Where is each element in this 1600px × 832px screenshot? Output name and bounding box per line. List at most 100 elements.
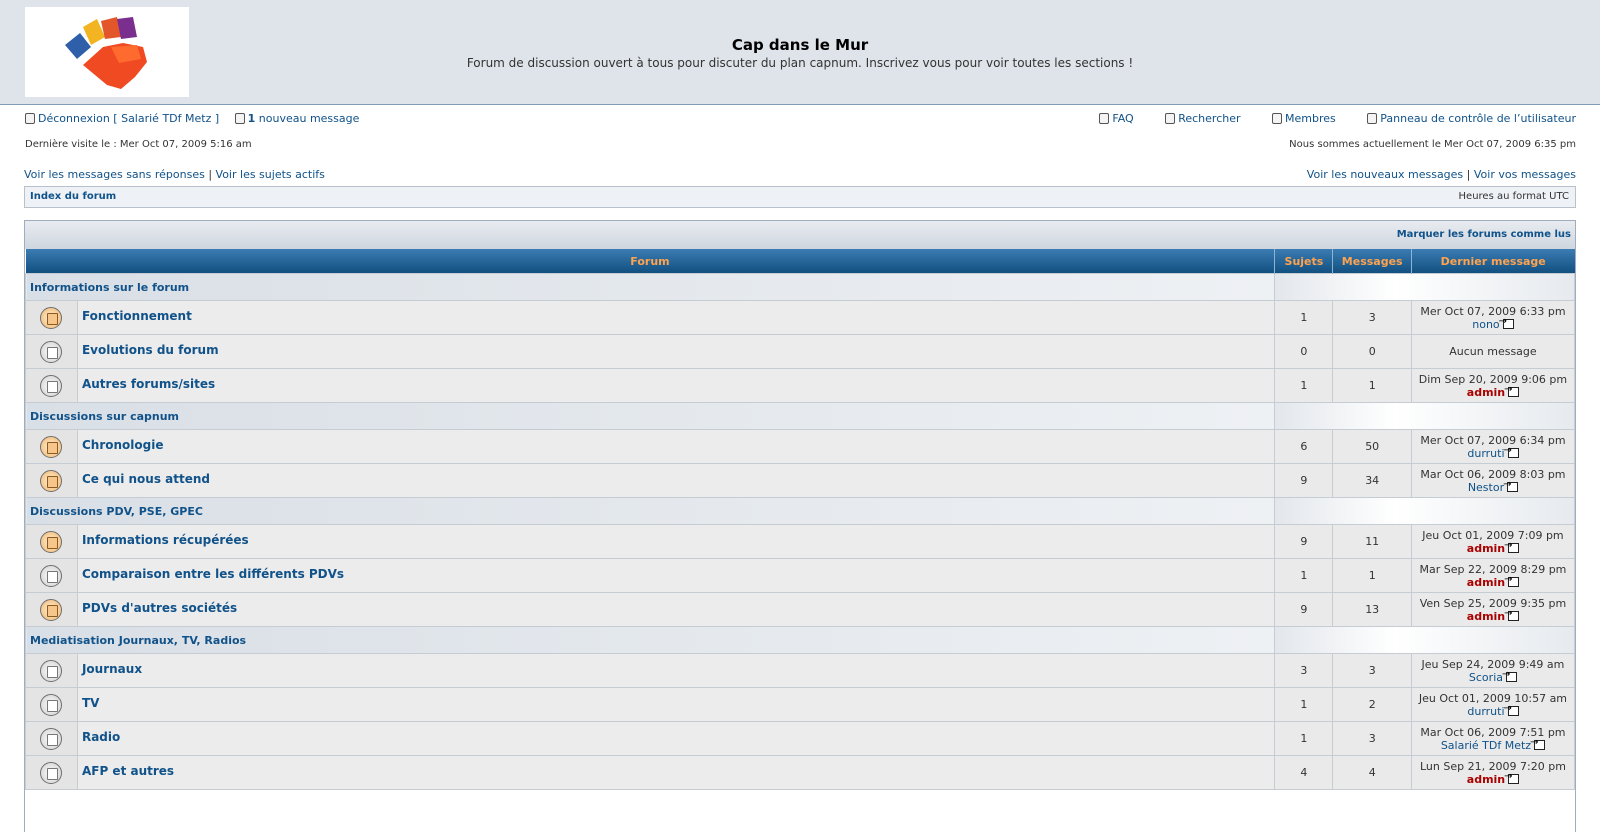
user-links-left: Déconnexion [ Salarié TDf Metz ] 1 nouve… — [25, 112, 359, 125]
forum-no-new-posts-icon — [40, 761, 63, 784]
forum-row: Informations récupérées 9 11 Jeu Oct 01, 20… — [25, 524, 1575, 559]
forum-no-new-posts-icon — [40, 374, 63, 397]
forum-link[interactable]: Ce qui nous attend — [82, 472, 1274, 486]
topics-count: 1 — [1274, 300, 1334, 335]
goto-last-post-icon[interactable] — [1504, 607, 1520, 621]
category-row: Informations sur le forum — [25, 273, 1575, 301]
goto-last-post-icon[interactable] — [1504, 539, 1520, 553]
forum-status-cell — [25, 755, 78, 790]
last-post-author[interactable]: admin — [1467, 610, 1505, 623]
forum-no-new-posts-icon — [40, 693, 63, 716]
your-posts-link[interactable]: Voir vos messages — [1474, 168, 1576, 181]
last-post-author[interactable]: durruti — [1467, 447, 1504, 460]
forum-new-posts-icon — [40, 598, 63, 621]
forum-index-link[interactable]: Index du forum — [30, 191, 116, 202]
search-links-right: Voir les nouveaux messages | Voir vos me… — [1307, 168, 1576, 181]
last-post-author[interactable]: admin — [1467, 576, 1505, 589]
category-name[interactable]: Informations sur le forum — [25, 273, 1276, 301]
forum-name-cell: Evolutions du forum — [76, 334, 1276, 369]
forum-name-cell: Radio — [76, 721, 1276, 756]
last-post-cell: Mar Sep 22, 2009 8:29 pm admin — [1410, 558, 1575, 593]
forum-link[interactable]: Radio — [82, 730, 1274, 744]
last-post-date: Mar Sep 22, 2009 8:29 pm — [1419, 562, 1567, 576]
posts-count: 11 — [1332, 524, 1412, 559]
logout-link[interactable]: Déconnexion [ Salarié TDf Metz ] — [38, 112, 219, 125]
last-post-cell: Ven Sep 25, 2009 9:35 pm admin — [1410, 592, 1575, 627]
goto-last-post-icon[interactable] — [1504, 573, 1520, 587]
forum-name-cell: Autres forums/sites — [76, 368, 1276, 403]
forum-link[interactable]: Chronologie — [82, 438, 1274, 452]
last-post-cell: Jeu Oct 01, 2009 7:09 pm admin — [1410, 524, 1575, 559]
column-forum: Forum — [25, 249, 1275, 274]
search-link[interactable]: Rechercher — [1178, 112, 1240, 125]
user-links-right: FAQ Rechercher Membres Panneau de contrô… — [1071, 112, 1576, 125]
forum-row: AFP et autres 4 4 Lun Sep 21, 2009 7:20 pm a… — [25, 755, 1575, 790]
mark-forums-read-link[interactable]: Marquer les forums comme lus — [1397, 229, 1571, 240]
new-posts-link[interactable]: Voir les nouveaux messages — [1307, 168, 1463, 181]
site-description: Forum de discussion ouvert à tous pour d… — [466, 56, 1134, 70]
last-post-date: Jeu Sep 24, 2009 9:49 am — [1421, 657, 1565, 671]
forum-new-posts-icon — [40, 530, 63, 553]
goto-last-post-icon[interactable] — [1504, 702, 1519, 716]
goto-last-post-icon[interactable] — [1504, 444, 1519, 458]
category-filler — [1274, 273, 1575, 301]
forum-link[interactable]: Comparaison entre les différents PDVs — [82, 567, 1274, 581]
category-name[interactable]: Discussions PDV, PSE, GPEC — [25, 497, 1276, 525]
forum-link[interactable]: Fonctionnement — [82, 309, 1274, 323]
last-post-author[interactable]: Salarié TDf Metz — [1441, 739, 1531, 752]
forum-status-cell — [25, 558, 78, 593]
forum-name-cell: Fonctionnement — [76, 300, 1276, 335]
last-post-author-line: Nestor — [1412, 478, 1574, 494]
last-post-cell: Dim Sep 20, 2009 9:06 pm admin — [1410, 368, 1575, 403]
last-post-date: Aucun message — [1449, 345, 1537, 358]
last-post-author[interactable]: nono — [1472, 318, 1499, 331]
forum-row: Comparaison entre les différents PDVs 1 1 M… — [25, 558, 1575, 593]
forum-row: Ce qui nous attend 9 34 Mar Oct 06, 2009 8:… — [25, 463, 1575, 498]
column-topics: Sujets — [1274, 249, 1333, 274]
goto-last-post-icon[interactable] — [1499, 315, 1514, 329]
category-name[interactable]: Mediatisation Journaux, TV, Radios — [25, 626, 1276, 654]
forum-link[interactable]: Journaux — [82, 662, 1274, 676]
goto-last-post-icon[interactable] — [1502, 668, 1517, 682]
goto-last-post-icon[interactable] — [1504, 383, 1520, 397]
faq-link[interactable]: FAQ — [1112, 112, 1133, 125]
category-filler — [1274, 402, 1575, 430]
goto-last-post-icon[interactable] — [1504, 770, 1520, 784]
topics-count: 0 — [1274, 334, 1334, 369]
new-messages-link[interactable]: 1 nouveau message — [248, 112, 360, 125]
members-icon — [1272, 113, 1282, 124]
posts-count: 1 — [1332, 558, 1412, 593]
forum-row: PDVs d'autres sociétés 9 13 Ven Sep 25, 200… — [25, 592, 1575, 627]
last-post-author[interactable]: Scoria — [1469, 671, 1503, 684]
last-post-author[interactable]: admin — [1467, 542, 1505, 555]
last-post-author[interactable]: admin — [1467, 773, 1505, 786]
topics-count: 9 — [1274, 524, 1334, 559]
column-last-post: Dernier message — [1410, 249, 1575, 274]
last-post-author[interactable]: Nestor — [1468, 481, 1504, 494]
mark-read-bar: Marquer les forums comme lus — [25, 221, 1575, 249]
goto-last-post-icon[interactable] — [1530, 736, 1546, 750]
forum-link[interactable]: Autres forums/sites — [82, 377, 1274, 391]
last-post-author[interactable]: admin — [1467, 386, 1505, 399]
last-post-cell: Aucun message — [1410, 334, 1575, 369]
ucp-link[interactable]: Panneau de contrôle de l’utilisateur — [1380, 112, 1576, 125]
goto-last-post-icon[interactable] — [1503, 478, 1519, 492]
forum-no-new-posts-icon — [40, 727, 63, 750]
topics-count: 1 — [1274, 687, 1334, 722]
forum-link[interactable]: Informations récupérées — [82, 533, 1274, 547]
forum-link[interactable]: AFP et autres — [82, 764, 1274, 778]
forum-link[interactable]: TV — [82, 696, 1274, 710]
category-name[interactable]: Discussions sur capnum — [25, 402, 1276, 430]
forum-link[interactable]: Evolutions du forum — [82, 343, 1274, 357]
message-icon — [234, 113, 245, 124]
topics-count: 9 — [1274, 463, 1334, 498]
active-topics-link[interactable]: Voir les sujets actifs — [216, 168, 325, 181]
last-post-author-line: admin — [1412, 539, 1574, 555]
last-post-date: Jeu Oct 01, 2009 10:57 am — [1418, 691, 1568, 705]
last-post-author-line: durruti — [1412, 444, 1574, 460]
members-link[interactable]: Membres — [1285, 112, 1336, 125]
forum-new-posts-icon — [40, 469, 63, 492]
last-post-author[interactable]: durruti — [1467, 705, 1504, 718]
unanswered-link[interactable]: Voir les messages sans réponses — [24, 168, 205, 181]
forum-link[interactable]: PDVs d'autres sociétés — [82, 601, 1274, 615]
